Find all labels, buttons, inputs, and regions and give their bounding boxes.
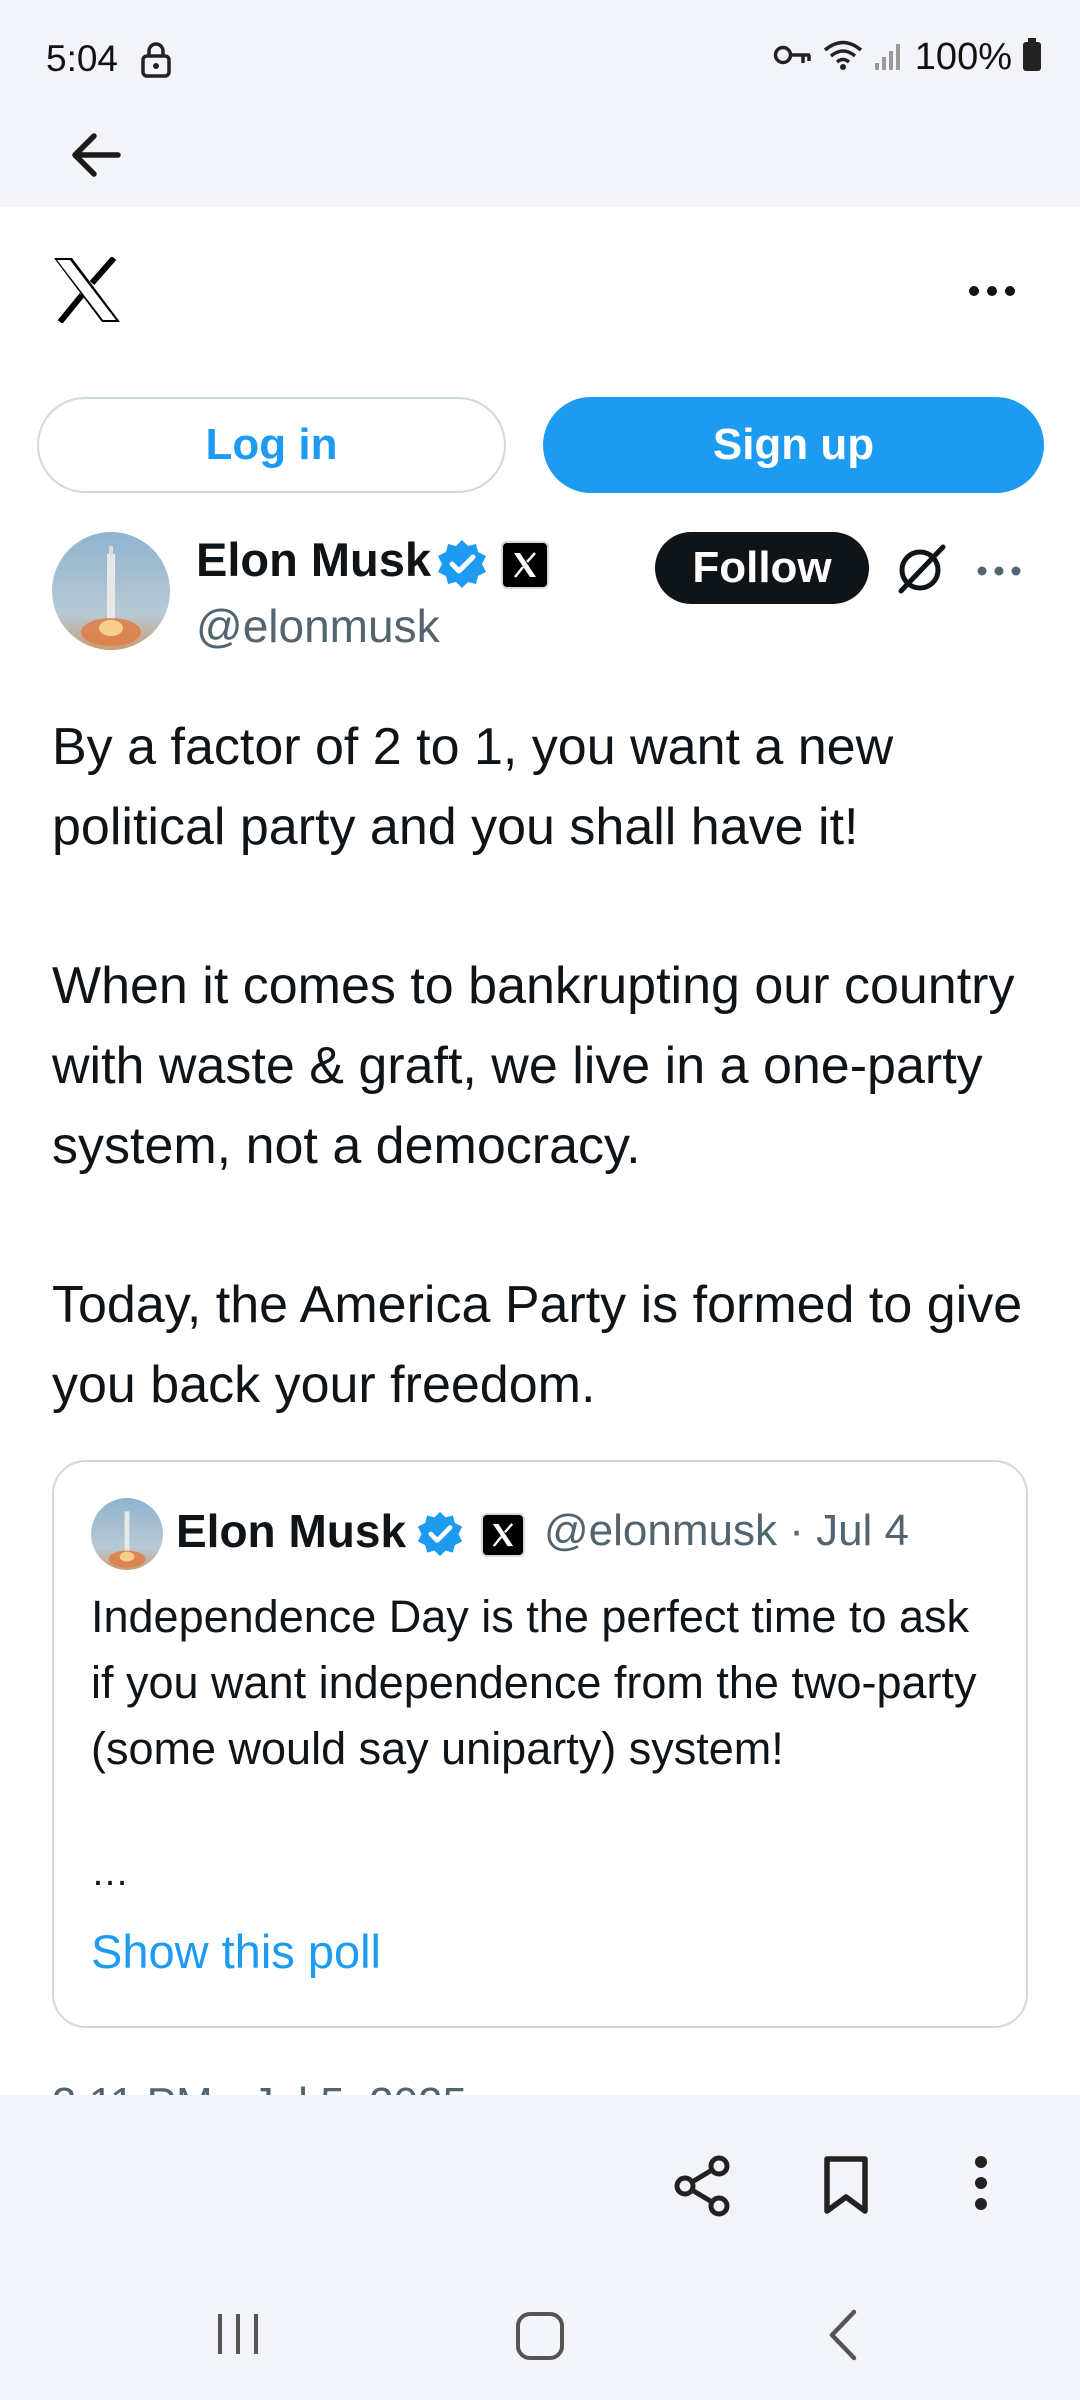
- follow-button[interactable]: Follow: [655, 532, 869, 604]
- signal-icon: [873, 39, 905, 76]
- login-button[interactable]: Log in: [37, 397, 506, 493]
- x-affiliate-badge-icon: [501, 541, 549, 589]
- show-poll-link[interactable]: Show this poll: [91, 1924, 381, 1979]
- more-vertical-icon[interactable]: [974, 2155, 988, 2216]
- home-icon[interactable]: [514, 2310, 566, 2367]
- quoted-author-name: Elon Musk: [176, 1505, 407, 1557]
- post-more-icon[interactable]: [976, 564, 1022, 582]
- x-affiliate-badge-icon: [481, 1513, 525, 1557]
- nav-back-icon[interactable]: [826, 2308, 860, 2367]
- battery-icon: [1022, 38, 1042, 77]
- x-logo-icon[interactable]: [52, 256, 122, 328]
- quoted-tweet-card[interactable]: Elon Musk @elonmusk · Jul 4 Independence…: [52, 1460, 1028, 2028]
- tweet-text: By a factor of 2 to 1, you want a new po…: [52, 707, 1032, 1425]
- tweet-timestamp[interactable]: 3:11 PM · Jul 5, 2025: [52, 2079, 467, 2095]
- verified-badge-icon: [436, 538, 488, 595]
- tweet-paragraph: By a factor of 2 to 1, you want a new po…: [52, 718, 894, 856]
- lock-icon: [140, 42, 172, 83]
- arrow-back-icon[interactable]: [66, 125, 126, 190]
- status-time: 5:04: [46, 38, 119, 79]
- tweet-paragraph: When it comes to bankrupting our country…: [52, 957, 1015, 1175]
- bookmark-icon[interactable]: [822, 2155, 870, 2220]
- vpn-key-icon: [773, 42, 813, 73]
- share-icon[interactable]: [673, 2155, 731, 2222]
- quoted-meta: @elonmusk · Jul 4: [544, 1506, 910, 1555]
- web-content: Log in Sign up Elon Musk @elonmusk Follo…: [0, 207, 1080, 2095]
- quoted-text: Independence Day is the perfect time to …: [91, 1591, 977, 1774]
- status-icons: 100%: [773, 36, 1042, 79]
- system-nav-bar: [0, 2270, 1080, 2400]
- signup-button[interactable]: Sign up: [543, 397, 1044, 493]
- avatar[interactable]: [52, 532, 170, 650]
- status-bar: 5:04 100%: [0, 0, 1080, 125]
- quoted-avatar: [91, 1498, 163, 1570]
- app-bar: [0, 125, 1080, 207]
- author-name[interactable]: Elon Musk: [196, 532, 431, 587]
- verified-badge-icon: [416, 1510, 464, 1563]
- tweet-paragraph: Today, the America Party is formed to gi…: [52, 1276, 1023, 1414]
- quoted-ellipsis: …: [91, 1852, 129, 1894]
- author-handle[interactable]: @elonmusk: [196, 599, 440, 653]
- battery-percent: 100%: [914, 36, 1012, 78]
- more-horizontal-icon[interactable]: [968, 284, 1016, 302]
- recent-apps-icon[interactable]: [214, 2310, 262, 2363]
- wifi-icon: [823, 39, 863, 76]
- browser-toolbar: [0, 2095, 1080, 2270]
- grok-icon[interactable]: [893, 541, 949, 602]
